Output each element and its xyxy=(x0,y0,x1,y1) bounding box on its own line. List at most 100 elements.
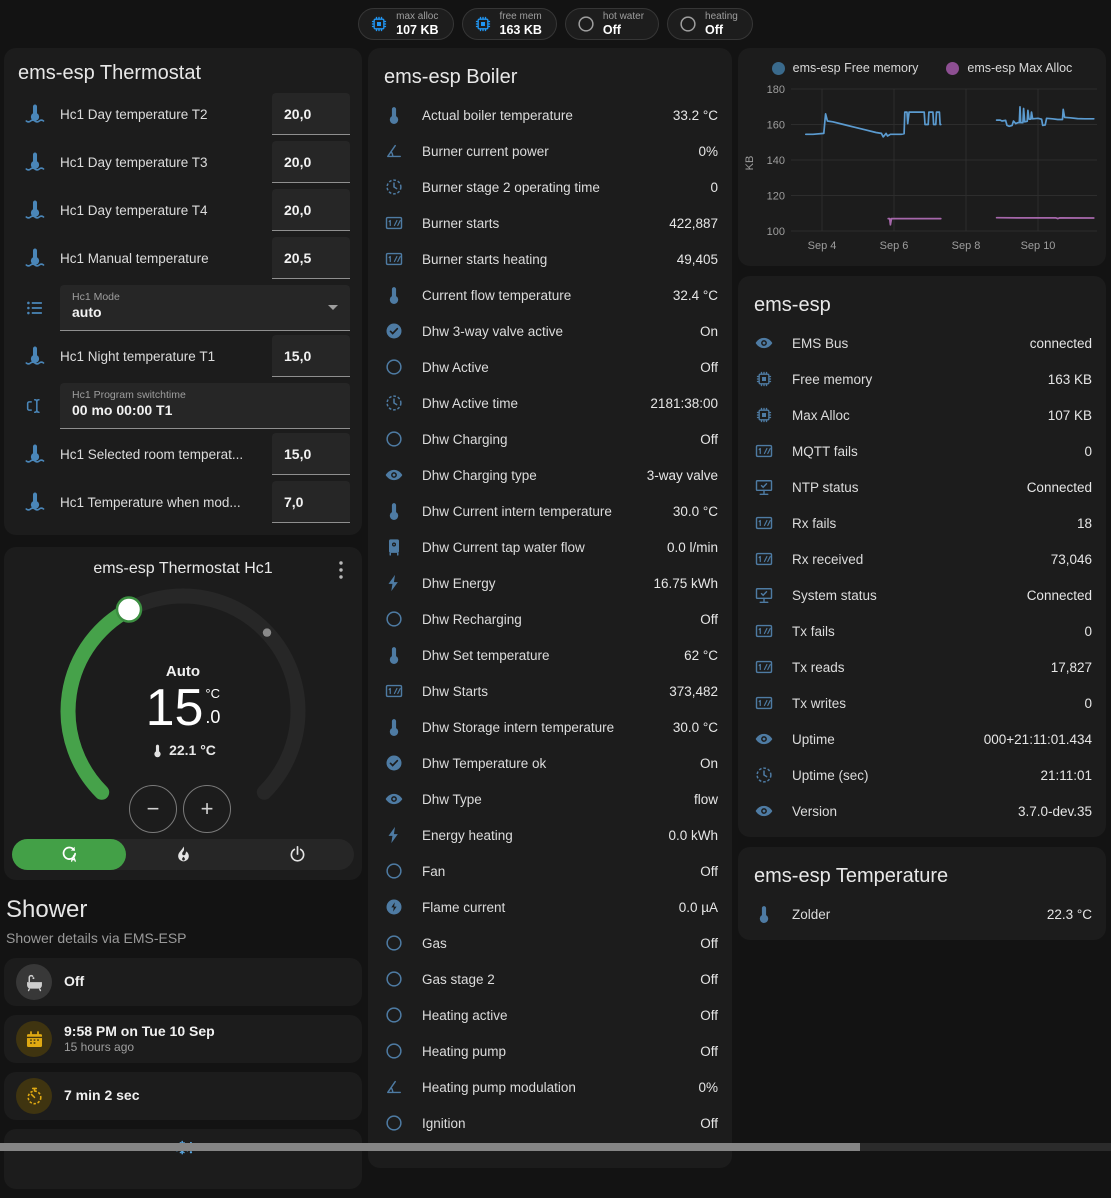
entity-row[interactable]: Version 3.7.0-dev.35 xyxy=(752,793,1092,829)
increase-temp-button[interactable]: + xyxy=(183,785,231,833)
right-column: ems-esp Free memory ems-esp Max Alloc 10… xyxy=(738,48,1106,1198)
number-input[interactable]: 15,0 xyxy=(272,433,350,475)
entity-row[interactable]: Dhw Starts 373,482 xyxy=(382,673,718,709)
entity-row[interactable]: Hc1 Mode auto Hc1 Mode auto xyxy=(16,285,350,331)
number-input[interactable]: 7,0 xyxy=(272,481,350,523)
entity-row[interactable]: Dhw Current intern temperature 30.0 °C xyxy=(382,493,718,529)
entity-value: 30.0 °C xyxy=(673,504,718,519)
entity-label: MQTT fails xyxy=(792,444,1084,459)
chevron-down-icon xyxy=(328,305,338,310)
entity-row[interactable]: Dhw Active time 2181:38:00 xyxy=(382,385,718,421)
tile-card[interactable]: 7 min 2 sec xyxy=(4,1072,362,1120)
entity-row[interactable]: Zolder 22.3 °C xyxy=(752,896,1092,932)
check-circle-icon xyxy=(384,321,404,341)
entity-row[interactable]: Hc1 Manual temperature 20,5 Hc1 Manual t… xyxy=(16,237,350,279)
entity-row[interactable]: Burner starts 422,887 xyxy=(382,205,718,241)
dial-handle[interactable] xyxy=(117,598,141,622)
status-badge[interactable]: free mem 163 KB xyxy=(462,8,557,40)
number-input[interactable]: 20,0 xyxy=(272,141,350,183)
entity-value: connected xyxy=(1030,336,1092,351)
entity-row[interactable]: Hc1 Program switchtime 00 mo 00:00 T1 Hc… xyxy=(16,383,350,429)
entity-row[interactable]: Burner starts heating 49,405 xyxy=(382,241,718,277)
entity-row[interactable]: Hc1 Day temperature T2 20,0 Hc1 Day temp… xyxy=(16,93,350,135)
entity-row[interactable]: Hc1 Day temperature T3 20,0 Hc1 Day temp… xyxy=(16,141,350,183)
entity-row[interactable]: Heating pump modulation 0% xyxy=(382,1069,718,1105)
entity-row[interactable]: Heating active Off xyxy=(382,997,718,1033)
tile-card[interactable] xyxy=(4,1129,362,1189)
entity-row[interactable]: Max Alloc 107 KB xyxy=(752,397,1092,433)
entity-row[interactable]: Energy heating 0.0 kWh xyxy=(382,817,718,853)
entity-value: 0.0 kWh xyxy=(668,828,718,843)
entity-row[interactable]: Rx received 73,046 xyxy=(752,541,1092,577)
entity-row[interactable]: Dhw Type flow xyxy=(382,781,718,817)
entity-row[interactable]: Current flow temperature 32.4 °C xyxy=(382,277,718,313)
hvac-mode-button[interactable] xyxy=(12,839,126,870)
hvac-mode-button[interactable] xyxy=(126,839,240,870)
legend-item[interactable]: ems-esp Free memory xyxy=(772,61,919,75)
status-badge[interactable]: max alloc 107 KB xyxy=(358,8,453,40)
legend-item[interactable]: ems-esp Max Alloc xyxy=(946,61,1072,75)
tile-card[interactable]: 9:58 PM on Tue 10 Sep 15 hours ago xyxy=(4,1015,362,1063)
number-input[interactable]: 20,0 xyxy=(272,93,350,135)
entity-row[interactable]: Dhw Temperature ok On xyxy=(382,745,718,781)
entity-row[interactable]: Gas Off xyxy=(382,925,718,961)
entity-row[interactable]: Uptime 000+21:11:01.434 xyxy=(752,721,1092,757)
entity-row[interactable]: Actual boiler temperature 33.2 °C xyxy=(382,97,718,133)
scrollbar-thumb[interactable] xyxy=(0,1143,860,1151)
entity-row[interactable]: Gas stage 2 Off xyxy=(382,961,718,997)
entity-row[interactable]: Hc1 Night temperature T1 15,0 Hc1 Night … xyxy=(16,335,350,377)
tile-card[interactable]: Off xyxy=(4,958,362,1006)
field-input[interactable]: Hc1 Mode auto xyxy=(60,285,350,331)
number-input[interactable]: 15,0 xyxy=(272,335,350,377)
entity-row[interactable]: Hc1 Selected room temperat... 15,0 Hc1 S… xyxy=(16,433,350,475)
entity-label: Free memory xyxy=(792,372,1048,387)
entity-row[interactable]: Burner stage 2 operating time 0 xyxy=(382,169,718,205)
entity-row[interactable]: Hc1 Day temperature T4 20,0 Hc1 Day temp… xyxy=(16,189,350,231)
number-input[interactable]: 20,5 xyxy=(272,237,350,279)
entity-row[interactable]: Hc1 Temperature when mod... 7,0 Hc1 Temp… xyxy=(16,481,350,523)
entity-row[interactable]: Tx fails 0 xyxy=(752,613,1092,649)
entity-value: 422,887 xyxy=(669,216,718,231)
entity-row[interactable]: Dhw Set temperature 62 °C xyxy=(382,637,718,673)
entity-row[interactable]: Free memory 163 KB xyxy=(752,361,1092,397)
entity-row[interactable]: System status Connected xyxy=(752,577,1092,613)
entity-row[interactable]: Fan Off xyxy=(382,853,718,889)
card-title: ems-esp Boiler xyxy=(382,62,718,97)
entity-row[interactable]: Dhw Active Off xyxy=(382,349,718,385)
entity-row[interactable]: Rx fails 18 xyxy=(752,505,1092,541)
entity-row[interactable]: Flame current 0.0 µA xyxy=(382,889,718,925)
dial-setpoint-arc xyxy=(68,610,129,793)
circle-icon xyxy=(384,933,404,953)
entity-row[interactable]: NTP status Connected xyxy=(752,469,1092,505)
status-badge[interactable]: heating Off xyxy=(667,8,753,40)
thermostat-rows: Hc1 Day temperature T2 20,0 Hc1 Day temp… xyxy=(16,93,350,523)
entity-row[interactable]: Heating pump Off xyxy=(382,1033,718,1069)
entity-row[interactable]: Tx reads 17,827 xyxy=(752,649,1092,685)
entity-row[interactable]: Burner current power 0% xyxy=(382,133,718,169)
entity-row[interactable]: Dhw 3-way valve active On xyxy=(382,313,718,349)
number-input[interactable]: 20,0 xyxy=(272,189,350,231)
hvac-mode-button[interactable] xyxy=(240,839,354,870)
entity-row[interactable]: Ignition Off xyxy=(382,1105,718,1141)
entity-row[interactable]: Dhw Charging type 3-way valve xyxy=(382,457,718,493)
entity-row[interactable]: Dhw Charging Off xyxy=(382,421,718,457)
angle-icon xyxy=(384,1077,404,1097)
bathtub-icon xyxy=(16,964,52,1000)
decrease-temp-button[interactable]: − xyxy=(129,785,177,833)
entity-row[interactable]: Dhw Recharging Off xyxy=(382,601,718,637)
thermometer-icon xyxy=(384,285,404,305)
entity-row[interactable]: Dhw Current tap water flow 0.0 l/min xyxy=(382,529,718,565)
entity-row[interactable]: Dhw Storage intern temperature 30.0 °C xyxy=(382,709,718,745)
entity-label: Hc1 Manual temperature xyxy=(60,251,272,266)
entity-row[interactable]: Uptime (sec) 21:11:01 xyxy=(752,757,1092,793)
entity-label: Tx writes xyxy=(792,696,1084,711)
entity-row[interactable]: EMS Bus connected xyxy=(752,325,1092,361)
entity-row[interactable]: Tx writes 0 xyxy=(752,685,1092,721)
status-badge[interactable]: hot water Off xyxy=(565,8,659,40)
entity-value: 2181:38:00 xyxy=(650,396,718,411)
monitor-check-icon xyxy=(754,585,774,605)
entity-row[interactable]: MQTT fails 0 xyxy=(752,433,1092,469)
eye-icon xyxy=(754,729,774,749)
field-input[interactable]: Hc1 Program switchtime 00 mo 00:00 T1 xyxy=(60,383,350,429)
entity-row[interactable]: Dhw Energy 16.75 kWh xyxy=(382,565,718,601)
